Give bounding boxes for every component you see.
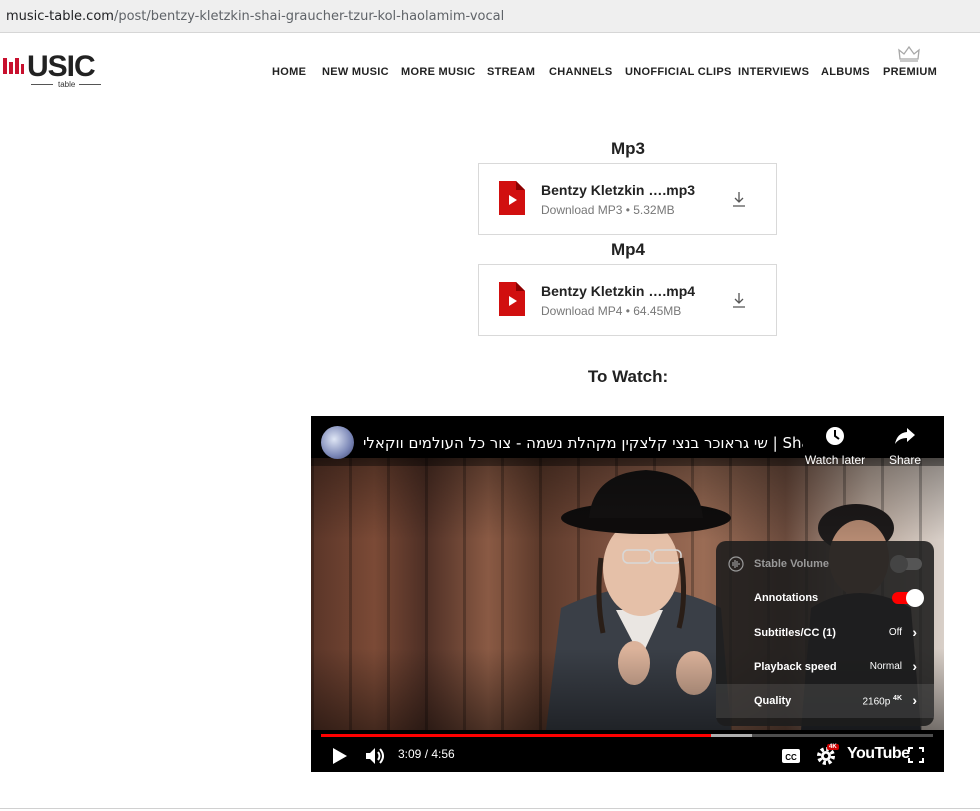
nav-interviews[interactable]: INTERVIEWS: [738, 66, 809, 78]
quality-value: 2160p 4K: [862, 695, 902, 707]
url-path: /post/bentzy-kletzkin-shai-graucher-tzur…: [113, 9, 505, 24]
subtitles-label: Subtitles/CC (1): [754, 627, 836, 639]
menu-annotations[interactable]: Annotations: [716, 581, 934, 615]
mp3-download-card[interactable]: Bentzy Kletzkin ….mp3 Download MP3 • 5.3…: [478, 163, 777, 235]
watch-later-button[interactable]: Watch later: [804, 426, 866, 467]
chevron-right-icon: ›: [912, 658, 917, 674]
pdf-file-icon: [499, 181, 525, 215]
channel-avatar[interactable]: [321, 426, 354, 459]
logo-divider-right: [79, 84, 101, 85]
download-icon[interactable]: [732, 292, 746, 308]
watch-heading: To Watch:: [587, 367, 669, 386]
annotations-label: Annotations: [754, 592, 819, 604]
mp3-file-name: Bentzy Kletzkin ….mp3: [541, 182, 696, 198]
clock-icon: [826, 427, 844, 445]
svg-text:CC: CC: [785, 753, 797, 762]
settings-badge: 4K: [827, 744, 839, 750]
progress-bar[interactable]: [321, 734, 933, 737]
share-button[interactable]: Share: [885, 426, 925, 467]
video-top-bar: שי גראוכר בנצי קלצקין מקהלת נשמה - צור כ…: [311, 416, 944, 467]
menu-stable-volume[interactable]: Stable Volume: [716, 547, 934, 581]
chevron-right-icon: ›: [912, 624, 917, 640]
nav-unofficial-clips[interactable]: UNOFFICIAL CLIPS: [625, 66, 732, 78]
mp3-file-meta: Download MP3 • 5.32MB: [541, 203, 675, 217]
mp3-heading: Mp3: [611, 139, 645, 158]
mp4-file-name: Bentzy Kletzkin ….mp4: [541, 283, 696, 299]
pdf-file-icon: [499, 282, 525, 316]
url-text: music-table.com/post/bentzy-kletzkin-sha…: [6, 9, 504, 24]
captions-icon[interactable]: CC: [781, 748, 801, 764]
stable-volume-label: Stable Volume: [754, 558, 829, 570]
toggle-knob: [890, 555, 908, 573]
nav-new-music[interactable]: NEW MUSIC: [322, 66, 389, 78]
play-icon[interactable]: [331, 746, 349, 766]
video-controls: 3:09 / 4:56 CC 4K YouTube: [311, 740, 944, 772]
settings-menu: Stable Volume Annotations Subtitles/CC (…: [716, 541, 934, 726]
watch-later-label: Watch later: [804, 453, 866, 467]
menu-subtitles[interactable]: Subtitles/CC (1) Off ›: [716, 616, 934, 650]
mp4-heading: Mp4: [611, 240, 645, 259]
download-icon[interactable]: [732, 191, 746, 207]
url-domain: music-table.com: [6, 9, 114, 24]
annotations-toggle[interactable]: [892, 589, 924, 607]
crown-icon: [898, 46, 920, 62]
toggle-knob: [906, 589, 924, 607]
settings-button[interactable]: 4K: [815, 744, 841, 768]
volume-icon[interactable]: [365, 746, 387, 766]
mp4-download-card[interactable]: Bentzy Kletzkin ….mp4 Download MP4 • 64.…: [478, 264, 777, 336]
share-label: Share: [888, 453, 922, 467]
menu-quality[interactable]: Quality 2160p 4K ›: [716, 684, 934, 718]
nav-premium[interactable]: PREMIUM: [883, 66, 937, 78]
nav-home[interactable]: HOME: [272, 66, 306, 78]
video-title[interactable]: שי גראוכר בנצי קלצקין מקהלת נשמה - צור כ…: [363, 434, 803, 452]
main-nav: HOME NEW MUSIC MORE MUSIC STREAM CHANNEL…: [0, 66, 980, 80]
share-icon: [895, 428, 915, 444]
video-player[interactable]: שי גראוכר בנצי קלצקין מקהלת נשמה - צור כ…: [311, 416, 944, 772]
quality-label: Quality: [754, 695, 792, 707]
fullscreen-icon[interactable]: [908, 747, 924, 763]
youtube-logo[interactable]: YouTube: [847, 745, 910, 763]
nav-albums[interactable]: ALBUMS: [821, 66, 870, 78]
stable-volume-icon: [728, 556, 744, 572]
subtitles-value: Off: [888, 627, 902, 638]
playback-speed-value: Normal: [869, 661, 902, 672]
progress-played: [321, 734, 712, 737]
nav-channels[interactable]: CHANNELS: [549, 66, 613, 78]
logo-subtitle: table: [58, 80, 76, 89]
playback-speed-label: Playback speed: [754, 661, 837, 673]
page-divider: [0, 808, 980, 809]
time-display: 3:09 / 4:56: [398, 747, 455, 761]
nav-more-music[interactable]: MORE MUSIC: [401, 66, 476, 78]
nav-stream[interactable]: STREAM: [487, 66, 535, 78]
mp4-file-meta: Download MP4 • 64.45MB: [541, 304, 682, 318]
quality-badge: 4K: [893, 695, 902, 702]
address-bar[interactable]: music-table.com/post/bentzy-kletzkin-sha…: [0, 0, 980, 33]
stable-volume-toggle[interactable]: [890, 555, 922, 573]
chevron-right-icon: ›: [912, 692, 917, 708]
menu-playback-speed[interactable]: Playback speed Normal ›: [716, 650, 934, 684]
quality-resolution: 2160p: [862, 696, 891, 708]
logo-divider-left: [31, 84, 53, 85]
